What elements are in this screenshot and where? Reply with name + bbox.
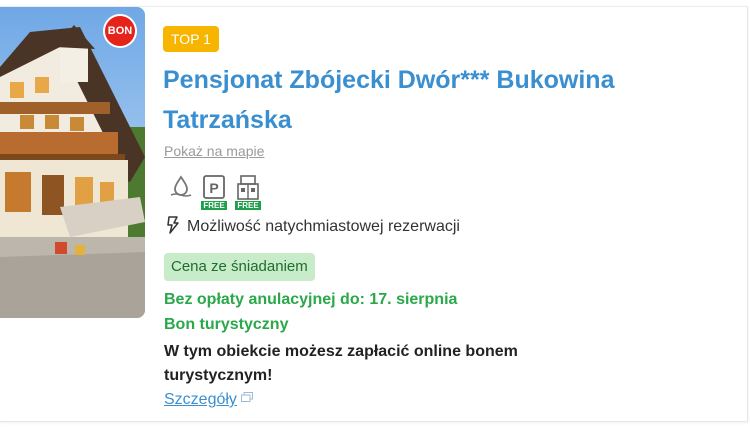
parking-icon: P FREE	[201, 174, 227, 210]
instant-booking: Możliwość natychmiastowej rezerwacji	[167, 216, 460, 239]
rank-badge: TOP 1	[163, 26, 219, 52]
details-link[interactable]: Szczegóły	[164, 389, 253, 409]
voucher-description: W tym obiekcie możesz zapłacić online bo…	[164, 343, 518, 384]
show-on-map-link[interactable]: Pokaż na mapie	[164, 143, 264, 159]
hotel-title[interactable]: Pensjonat Zbójecki Dwór*** Bukowina Tatr…	[163, 60, 723, 140]
bon-badge: BON	[103, 14, 137, 48]
details-link-label: Szczegóły	[164, 391, 237, 408]
instant-booking-label: Możliwość natychmiastowej rezerwacji	[187, 218, 460, 235]
garage-free-tag: FREE	[235, 201, 261, 210]
breakfast-badge: Cena ze śniadaniem	[164, 253, 315, 281]
voucher-title: Bon turystyczny	[164, 316, 289, 333]
parking-free-tag: FREE	[201, 201, 227, 210]
free-cancellation-text: Bez opłaty anulacyjnej do: 17. sierpnia	[164, 291, 458, 308]
hotel-photo[interactable]: BON	[0, 7, 145, 318]
water-drop-icon	[168, 174, 194, 205]
hotel-photo-image	[0, 7, 145, 318]
garage-icon: FREE	[235, 174, 261, 210]
external-window-icon	[240, 389, 253, 407]
svg-text:P: P	[209, 180, 218, 196]
lightning-icon	[167, 216, 179, 239]
hotel-card: BON TOP 1 Pensjonat Zbójecki Dwór*** Buk…	[0, 6, 748, 422]
